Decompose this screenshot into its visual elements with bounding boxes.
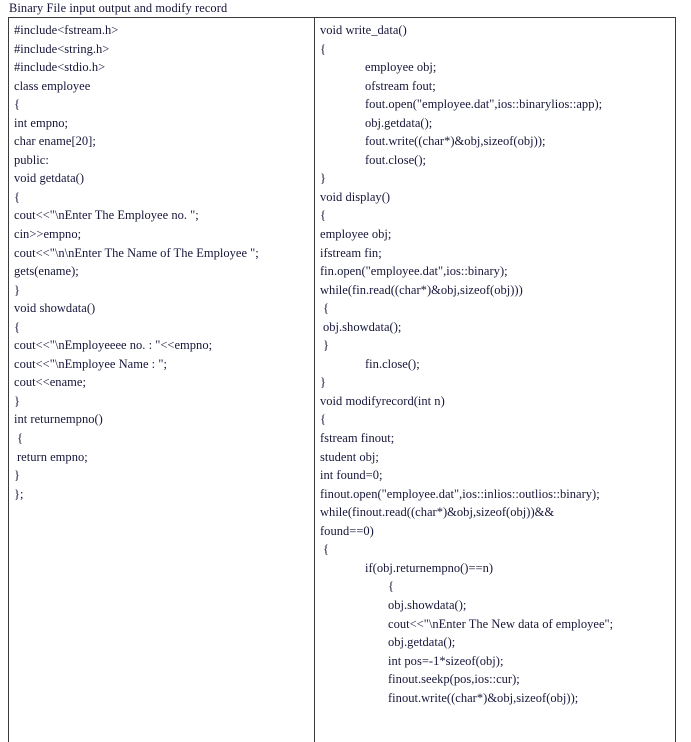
code-line: fout.write((char*)&obj,sizeof(obj));	[365, 134, 546, 149]
code-line: int returnempno()	[14, 412, 103, 427]
code-line: finout.write((char*)&obj,sizeof(obj));	[388, 690, 579, 705]
code-line: {	[323, 542, 330, 557]
code-line: {	[323, 301, 330, 316]
code-line: cout<<"\nEnter The Employee no. ";	[14, 208, 199, 223]
code-line: }	[14, 282, 21, 297]
code-line: employee obj;	[365, 60, 437, 75]
code-line: #include<string.h>	[14, 41, 110, 56]
code-line: obj.getdata();	[365, 115, 433, 130]
code-line: gets(ename);	[14, 264, 79, 279]
code-column-right: void write_data() { employee obj; ofstream …	[315, 18, 675, 742]
code-line: void write_data()	[320, 23, 407, 37]
code-line: void modifyrecord(int n)	[320, 393, 445, 408]
code-line: }	[320, 375, 327, 390]
document-page: Binary File input output and modify reco…	[0, 0, 691, 742]
code-line: }	[320, 171, 327, 186]
code-line: int found=0;	[320, 468, 383, 483]
code-line: fin.close();	[365, 356, 420, 371]
code-line: obj.showdata();	[323, 319, 402, 334]
code-line: fout.close();	[365, 152, 427, 167]
code-line: cin>>empno;	[14, 227, 82, 242]
code-line: void getdata()	[14, 171, 85, 186]
code-line: {	[320, 41, 327, 56]
code-line: cout<<"\nEmployee Name : ";	[14, 356, 167, 371]
code-line: void display()	[320, 189, 391, 204]
code-line: if(obj.returnempno()==n)	[365, 560, 494, 575]
code-line: student obj;	[320, 449, 379, 464]
code-listing-table: #include<fstream.h> #include<string.h> #in…	[8, 17, 676, 742]
code-line: #include<fstream.h>	[14, 23, 119, 37]
code-line: }	[14, 468, 21, 483]
code-line: finout.open("employee.dat",ios::inlios::…	[320, 486, 600, 501]
code-line-list-left: #include<fstream.h> #include<string.h> #in…	[14, 21, 309, 503]
code-line: {	[17, 431, 24, 446]
code-line: ifstream fin;	[320, 245, 382, 260]
code-line: int pos=-1*sizeof(obj);	[388, 653, 504, 668]
code-line: #include<stdio.h>	[14, 60, 106, 75]
code-line: cout<<"\nEmployeeee no. : "<<empno;	[14, 338, 213, 353]
code-line: while(fin.read((char*)&obj,sizeof(obj)))	[320, 282, 523, 297]
code-line: {	[14, 319, 21, 334]
code-line: obj.showdata();	[388, 597, 467, 612]
code-line: }	[14, 393, 21, 408]
page-title: Binary File input output and modify reco…	[9, 1, 228, 15]
code-line: employee obj;	[320, 227, 392, 242]
code-line: while(finout.read((char*)&obj,sizeof(obj…	[320, 505, 555, 520]
code-line: int empno;	[14, 115, 69, 130]
code-line: return empno;	[17, 449, 88, 464]
code-line: {	[14, 97, 21, 112]
code-line: class employee	[14, 78, 91, 93]
code-line: }	[323, 338, 330, 353]
code-line: };	[14, 486, 24, 501]
code-line: {	[320, 412, 327, 427]
code-line: found==0)	[320, 523, 374, 538]
code-line: void showdata()	[14, 301, 96, 316]
code-line: cout<<"\nEnter The New data of employee"…	[388, 616, 614, 631]
code-line: finout.seekp(pos,ios::cur);	[388, 672, 520, 687]
code-line: cout<<"\n\nEnter The Name of The Employe…	[14, 245, 259, 260]
code-line: fout.open("employee.dat",ios::binarylios…	[365, 97, 603, 112]
code-line: cout<<ename;	[14, 375, 86, 390]
code-line-list-right: void write_data() { employee obj; ofstream …	[320, 21, 670, 707]
code-line: fin.open("employee.dat",ios::binary);	[320, 264, 508, 279]
code-line: public:	[14, 152, 49, 167]
code-line: ofstream fout;	[365, 78, 436, 93]
code-line: {	[14, 189, 21, 204]
code-line: {	[388, 579, 395, 594]
code-line: {	[320, 208, 327, 223]
code-column-left: #include<fstream.h> #include<string.h> #in…	[9, 18, 315, 742]
code-line: obj.getdata();	[388, 635, 456, 650]
code-line: fstream finout;	[320, 431, 395, 446]
code-line: char ename[20];	[14, 134, 96, 149]
